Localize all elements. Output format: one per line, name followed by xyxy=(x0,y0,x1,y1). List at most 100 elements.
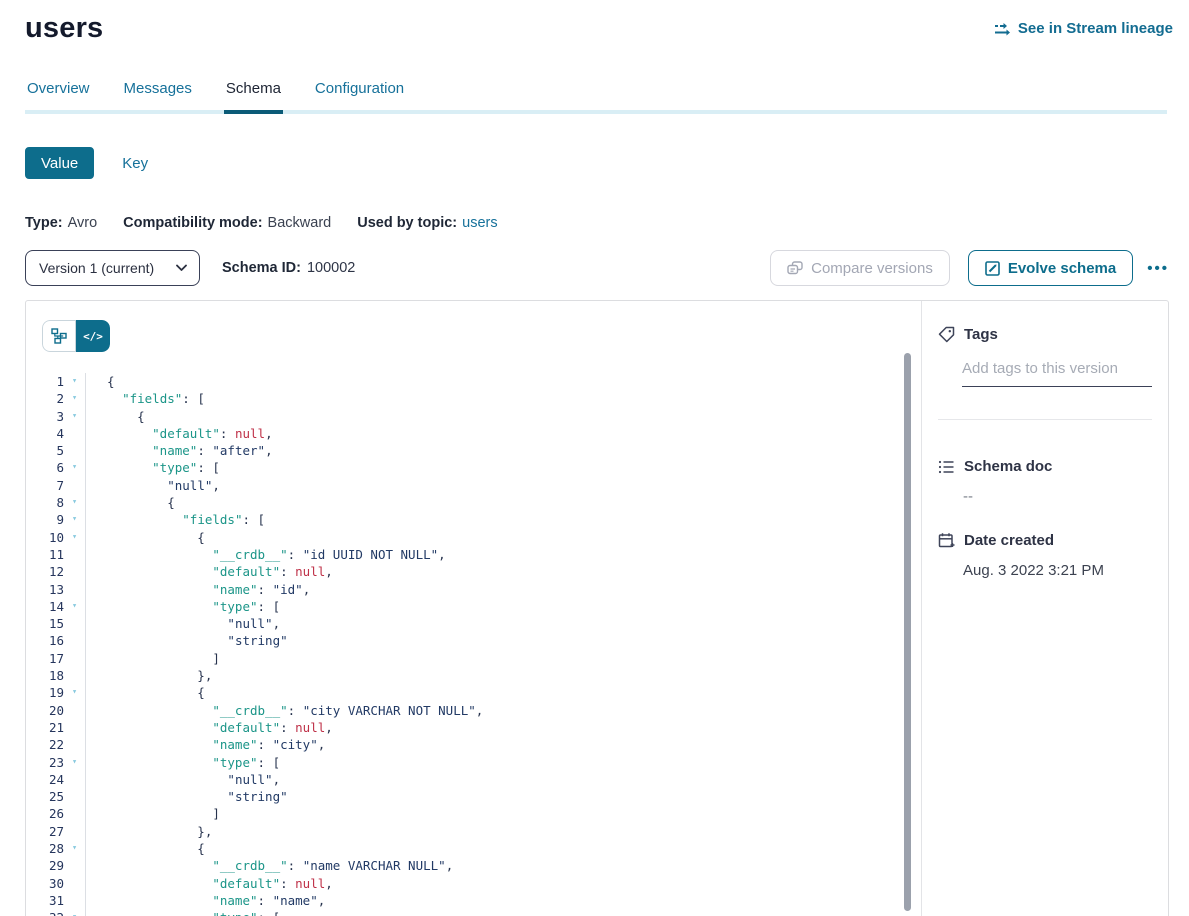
code-line-text: { xyxy=(86,373,115,390)
fold-toggle-icon[interactable]: ▾ xyxy=(64,909,85,916)
schema-doc-value: -- xyxy=(963,488,1152,505)
code-line: 30 "default": null, xyxy=(26,875,921,892)
code-line: 20 "__crdb__": "city VARCHAR NOT NULL", xyxy=(26,702,921,719)
fold-spacer xyxy=(64,719,85,736)
line-number: 22 xyxy=(26,736,64,753)
code-line-text: "__crdb__": "id UUID NOT NULL", xyxy=(86,546,446,563)
tree-view-icon xyxy=(51,328,67,344)
code-view-icon: </> xyxy=(83,330,103,343)
schema-panel: </> 1▾{2▾ "fields": [3▾ {4 "default": nu… xyxy=(25,300,1169,916)
line-number: 18 xyxy=(26,667,64,684)
fold-toggle-icon[interactable]: ▾ xyxy=(64,684,85,701)
tab-messages[interactable]: Messages xyxy=(122,80,194,110)
fold-toggle-icon[interactable]: ▾ xyxy=(64,373,85,390)
more-options-button[interactable]: ••• xyxy=(1147,260,1169,277)
fold-spacer xyxy=(64,442,85,459)
date-created-value: Aug. 3 2022 3:21 PM xyxy=(963,562,1152,579)
fold-spacer xyxy=(64,892,85,909)
tree-view-button[interactable] xyxy=(42,320,76,352)
code-line: 14▾ "type": [ xyxy=(26,598,921,615)
code-line-text: "__crdb__": "name VARCHAR NULL", xyxy=(86,857,453,874)
fold-toggle-icon[interactable]: ▾ xyxy=(64,598,85,615)
used-by-topic-label: Used by topic: xyxy=(357,215,457,231)
key-tab-button[interactable]: Key xyxy=(122,155,148,172)
tab-schema[interactable]: Schema xyxy=(224,80,283,110)
code-line-text: "fields": [ xyxy=(86,511,265,528)
tab-bar: Overview Messages Schema Configuration xyxy=(25,80,1167,114)
list-icon xyxy=(938,459,955,475)
code-view-button[interactable]: </> xyxy=(76,320,110,352)
line-number: 14 xyxy=(26,598,64,615)
fold-spacer xyxy=(64,667,85,684)
code-line: 32▾ "type": [ xyxy=(26,909,921,916)
fold-toggle-icon[interactable]: ▾ xyxy=(64,840,85,857)
code-line-text: "default": null, xyxy=(86,719,333,736)
fold-spacer xyxy=(64,650,85,667)
line-number: 9 xyxy=(26,511,64,528)
code-line-text: "null", xyxy=(86,477,220,494)
fold-spacer xyxy=(64,632,85,649)
fold-spacer xyxy=(64,425,85,442)
stream-lineage-link[interactable]: See in Stream lineage xyxy=(994,20,1173,37)
code-line: 12 "default": null, xyxy=(26,563,921,580)
calendar-icon xyxy=(938,532,955,549)
line-number: 29 xyxy=(26,857,64,874)
sidebar-divider xyxy=(938,419,1152,420)
code-line-text: "string" xyxy=(86,788,288,805)
code-line-text: { xyxy=(86,684,205,701)
fold-spacer xyxy=(64,546,85,563)
line-number: 1 xyxy=(26,373,64,390)
fold-spacer xyxy=(64,805,85,822)
fold-toggle-icon[interactable]: ▾ xyxy=(64,511,85,528)
fold-spacer xyxy=(64,788,85,805)
fold-toggle-icon[interactable]: ▾ xyxy=(64,529,85,546)
code-line: 29 "__crdb__": "name VARCHAR NULL", xyxy=(26,857,921,874)
code-line: 2▾ "fields": [ xyxy=(26,390,921,407)
add-tags-input[interactable] xyxy=(962,360,1152,387)
compare-versions-button[interactable]: Compare versions xyxy=(770,250,950,286)
fold-toggle-icon[interactable]: ▾ xyxy=(64,408,85,425)
fold-spacer xyxy=(64,563,85,580)
line-number: 23 xyxy=(26,754,64,771)
code-line: 15 "null", xyxy=(26,615,921,632)
code-line-text: "type": [ xyxy=(86,754,280,771)
fold-spacer xyxy=(64,875,85,892)
code-line-text: { xyxy=(86,408,145,425)
schema-meta-row: Type: Avro Compatibility mode: Backward … xyxy=(25,215,1189,231)
code-line: 3▾ { xyxy=(26,408,921,425)
code-line-text: }, xyxy=(86,823,212,840)
vertical-scrollbar[interactable] xyxy=(904,353,911,911)
version-select[interactable]: Version 1 (current) xyxy=(25,250,200,286)
stream-lineage-label: See in Stream lineage xyxy=(1018,20,1173,37)
line-number: 10 xyxy=(26,529,64,546)
line-number: 15 xyxy=(26,615,64,632)
tags-heading-label: Tags xyxy=(964,326,998,343)
line-number: 17 xyxy=(26,650,64,667)
code-lines: 1▾{2▾ "fields": [3▾ {4 "default": null,5… xyxy=(26,373,921,916)
code-line-text: "default": null, xyxy=(86,563,333,580)
fold-toggle-icon[interactable]: ▾ xyxy=(64,754,85,771)
used-by-topic-link[interactable]: users xyxy=(462,215,497,231)
code-line: 10▾ { xyxy=(26,529,921,546)
line-number: 19 xyxy=(26,684,64,701)
code-line: 26 ] xyxy=(26,805,921,822)
line-number: 12 xyxy=(26,563,64,580)
date-created-section-heading: Date created xyxy=(938,532,1152,549)
line-number: 27 xyxy=(26,823,64,840)
value-tab-button[interactable]: Value xyxy=(25,147,94,179)
version-select-value[interactable]: Version 1 (current) xyxy=(25,250,200,286)
fold-toggle-icon[interactable]: ▾ xyxy=(64,459,85,476)
code-line-text: "name": "id", xyxy=(86,581,310,598)
code-line-text: "default": null, xyxy=(86,425,273,442)
schema-doc-heading-label: Schema doc xyxy=(964,458,1052,475)
tab-configuration[interactable]: Configuration xyxy=(313,80,406,110)
stream-lineage-icon xyxy=(994,21,1011,37)
fold-toggle-icon[interactable]: ▾ xyxy=(64,390,85,407)
tab-overview[interactable]: Overview xyxy=(25,80,92,110)
code-line-text: "name": "name", xyxy=(86,892,325,909)
evolve-schema-label: Evolve schema xyxy=(1008,260,1116,277)
fold-toggle-icon[interactable]: ▾ xyxy=(64,494,85,511)
evolve-schema-button[interactable]: Evolve schema xyxy=(968,250,1133,286)
code-line: 16 "string" xyxy=(26,632,921,649)
line-number: 2 xyxy=(26,390,64,407)
